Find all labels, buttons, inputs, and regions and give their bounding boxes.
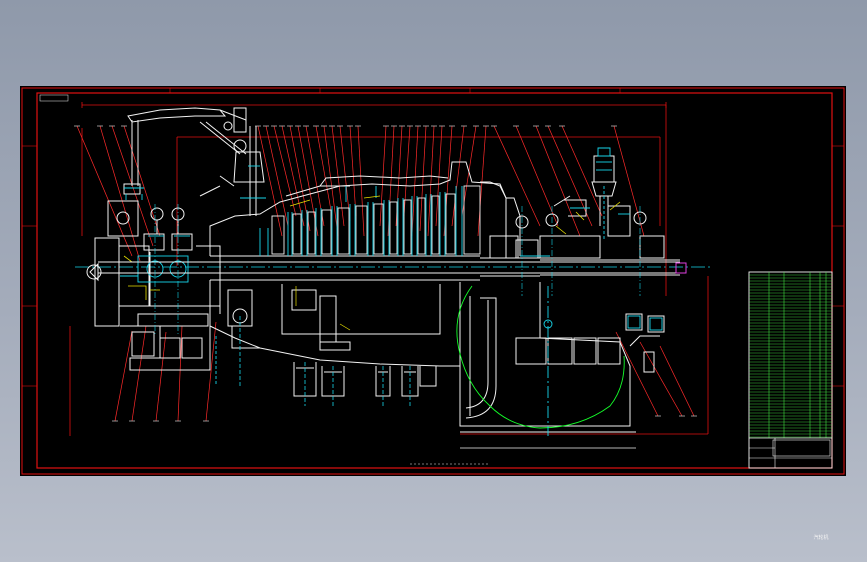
lower-pipe-cyan: [239, 316, 411, 406]
frame-zone-ticks: [22, 88, 844, 387]
valve-yellow: [555, 201, 621, 235]
lower-extraction-pipes: [293, 362, 437, 397]
cad-viewport[interactable]: 汽轮机: [20, 86, 846, 541]
governor-linkage: [123, 107, 265, 216]
rotor-shaft: [98, 255, 680, 281]
drawing-number-box: [39, 94, 69, 102]
front-bearing-cyan: [120, 235, 217, 386]
coupling-shaft-end: [675, 262, 687, 274]
front-bearing-pedestal: [86, 200, 221, 371]
title-block-name: 汽轮机: [813, 535, 829, 541]
rear-bearing-and-valve: [489, 155, 665, 259]
steam-path-curve: [456, 285, 625, 429]
front-bearing-yellow: [123, 255, 160, 300]
exhaust-hood: [450, 181, 665, 433]
parts-list-table: [748, 271, 833, 469]
governor-cyan: [124, 165, 266, 200]
top-dimension-lines: [69, 102, 709, 436]
turbine-section-drawing: [21, 87, 845, 475]
